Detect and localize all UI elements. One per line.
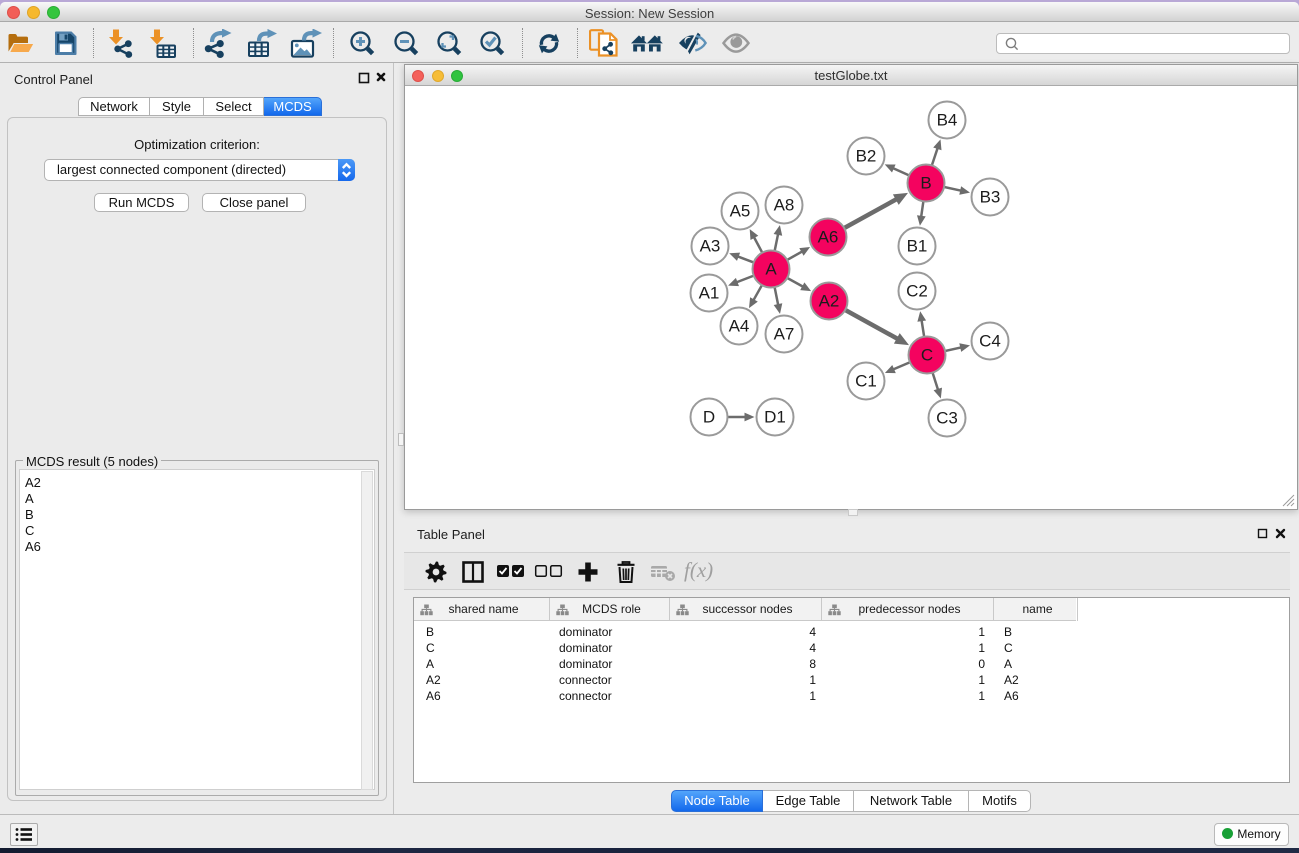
svg-text:B3: B3 bbox=[980, 188, 1001, 207]
svg-text:A6: A6 bbox=[818, 228, 839, 247]
svg-text:B: B bbox=[920, 174, 931, 193]
svg-text:C2: C2 bbox=[906, 282, 928, 301]
svg-text:A5: A5 bbox=[730, 202, 751, 221]
svg-text:C3: C3 bbox=[936, 409, 958, 428]
svg-text:A1: A1 bbox=[699, 284, 720, 303]
svg-text:C4: C4 bbox=[979, 332, 1001, 351]
svg-text:B4: B4 bbox=[937, 111, 958, 130]
svg-text:D: D bbox=[703, 408, 715, 427]
svg-text:A7: A7 bbox=[774, 325, 795, 344]
svg-text:B1: B1 bbox=[907, 237, 928, 256]
svg-text:A2: A2 bbox=[819, 292, 840, 311]
svg-text:C1: C1 bbox=[855, 372, 877, 391]
svg-text:A: A bbox=[765, 260, 777, 279]
svg-text:D1: D1 bbox=[764, 408, 786, 427]
svg-text:B2: B2 bbox=[856, 147, 877, 166]
svg-text:A4: A4 bbox=[729, 317, 750, 336]
svg-text:A8: A8 bbox=[774, 196, 795, 215]
svg-text:A3: A3 bbox=[700, 237, 721, 256]
svg-text:C: C bbox=[921, 346, 933, 365]
